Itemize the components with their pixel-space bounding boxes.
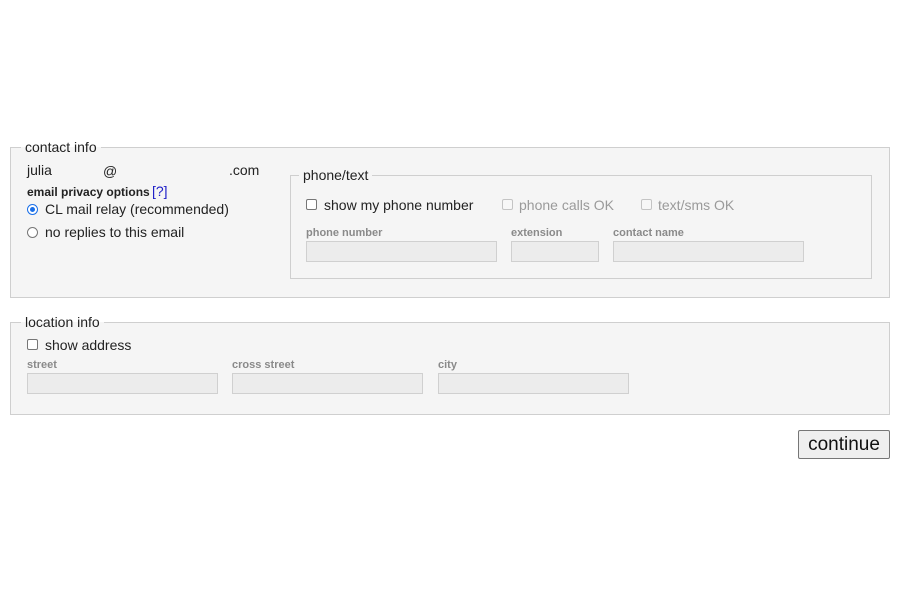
email-privacy-label: email privacy options xyxy=(27,185,150,199)
contact-info-legend: contact info xyxy=(25,139,97,155)
cross-street-input[interactable] xyxy=(232,373,423,394)
continue-button[interactable]: continue xyxy=(798,430,890,459)
phone-number-label: phone number xyxy=(306,227,383,239)
relay-radio[interactable] xyxy=(27,204,38,215)
phone-text-legend: phone/text xyxy=(303,167,369,183)
email-at-sign: @ xyxy=(103,163,118,179)
cross-street-label: cross street xyxy=(232,359,295,371)
text-sms-ok-label[interactable]: text/sms OK xyxy=(658,197,734,213)
no-replies-radio[interactable] xyxy=(27,227,38,238)
location-info-legend: location info xyxy=(25,314,100,330)
show-phone-label[interactable]: show my phone number xyxy=(324,197,473,213)
text-sms-ok-checkbox[interactable] xyxy=(641,199,652,210)
phone-number-input[interactable] xyxy=(306,241,497,262)
email-user: julia xyxy=(27,162,52,178)
phone-calls-ok-checkbox[interactable] xyxy=(502,199,513,210)
privacy-help-link[interactable]: [?] xyxy=(152,183,168,199)
show-phone-checkbox[interactable] xyxy=(306,199,317,210)
no-replies-radio-label[interactable]: no replies to this email xyxy=(45,224,184,240)
street-label: street xyxy=(27,359,57,371)
extension-input[interactable] xyxy=(511,241,599,262)
city-input[interactable] xyxy=(438,373,629,394)
extension-label: extension xyxy=(511,227,563,239)
show-address-checkbox[interactable] xyxy=(27,339,38,350)
contact-name-input[interactable] xyxy=(613,241,804,262)
email-domain: .com xyxy=(229,162,260,178)
contact-name-label: contact name xyxy=(613,227,684,239)
phone-calls-ok-label[interactable]: phone calls OK xyxy=(519,197,614,213)
show-address-label[interactable]: show address xyxy=(45,337,131,353)
street-input[interactable] xyxy=(27,373,218,394)
relay-radio-label[interactable]: CL mail relay (recommended) xyxy=(45,201,229,217)
city-label: city xyxy=(438,359,457,371)
phone-text-section: phone/text xyxy=(290,167,872,279)
